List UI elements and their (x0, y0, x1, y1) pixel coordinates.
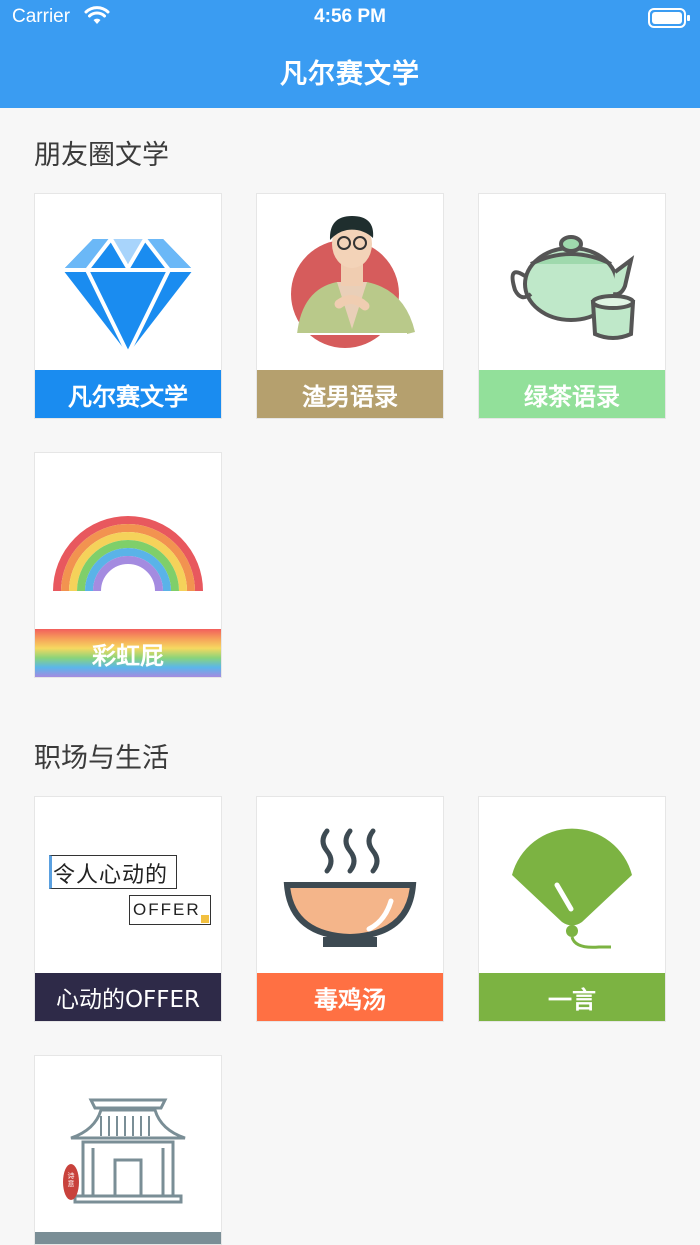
card-label: 凡尔赛文学 (35, 370, 221, 418)
page-title: 凡尔赛文学 (280, 59, 420, 90)
card-label: 一言 (479, 973, 665, 1021)
card-label (35, 1232, 221, 1244)
card-offer[interactable]: 令人心动的 OFFER 心动的OFFER (34, 796, 222, 1022)
card-temple[interactable]: 诗意 (34, 1055, 222, 1245)
clock-label: 4:56 PM (314, 6, 386, 27)
card-label: 绿茶语录 (479, 370, 665, 418)
temple-icon: 诗意 (35, 1056, 221, 1232)
seal-text: 诗意 (67, 1172, 75, 1188)
card-versailles[interactable]: 凡尔赛文学 (34, 193, 222, 419)
man-illustration-icon (257, 194, 443, 370)
fan-icon (479, 797, 665, 973)
card-yiyan[interactable]: 一言 (478, 796, 666, 1022)
card-scumbag-quotes[interactable]: 渣男语录 (256, 193, 444, 419)
card-label: 渣男语录 (257, 370, 443, 418)
rainbow-icon (35, 453, 221, 629)
card-rainbow-fart[interactable]: 彩虹屁 (34, 452, 222, 678)
card-green-tea-quotes[interactable]: 绿茶语录 (478, 193, 666, 419)
battery-icon (648, 8, 690, 32)
card-label: 彩虹屁 (35, 629, 221, 677)
teapot-icon (479, 194, 665, 370)
diamond-icon (35, 194, 221, 370)
section-title-moments: 朋友圈文学 (34, 140, 169, 171)
offer-logo-icon: 令人心动的 OFFER (35, 797, 221, 973)
card-label: 心动的OFFER (35, 973, 221, 1021)
navigation-bar: Carrier 4:56 PM 凡尔赛文学 (0, 0, 700, 108)
section-title-work-life: 职场与生活 (34, 743, 169, 774)
card-label: 毒鸡汤 (257, 973, 443, 1021)
status-bar: Carrier 4:56 PM (0, 0, 700, 36)
card-poison-soup[interactable]: 毒鸡汤 (256, 796, 444, 1022)
soup-bowl-icon (257, 797, 443, 973)
